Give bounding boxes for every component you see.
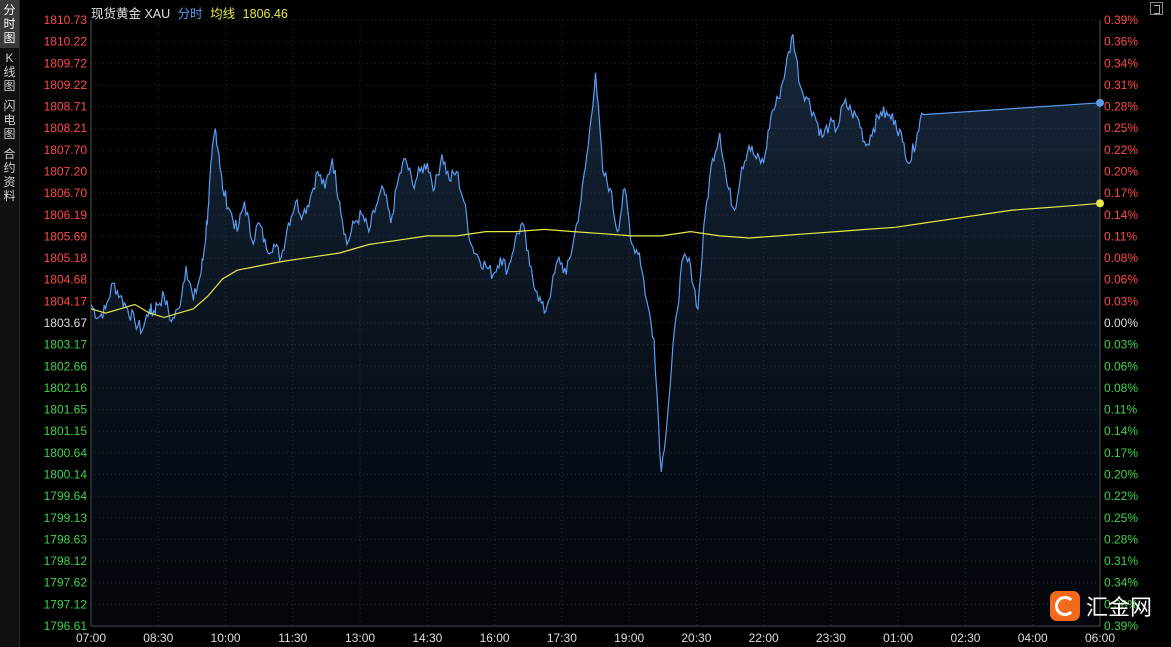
y-tick-label: 1800.14 xyxy=(44,468,88,482)
pct-tick-label: 0.34% xyxy=(1104,56,1138,70)
y-tick-label: 1810.22 xyxy=(44,35,88,49)
y-tick-label: 1806.70 xyxy=(44,186,88,200)
pct-tick-label: 0.25% xyxy=(1104,121,1138,135)
x-tick-label: 14:30 xyxy=(412,631,442,645)
pct-tick-label: 0.00% xyxy=(1104,316,1138,330)
y-tick-label: 1801.15 xyxy=(44,424,88,438)
pct-tick-label: 0.11% xyxy=(1104,229,1137,243)
y-tick-label: 1797.62 xyxy=(44,576,88,590)
y-tick-label: 1803.67 xyxy=(44,316,88,330)
y-tick-label: 1808.71 xyxy=(44,100,88,114)
pct-tick-label: 0.36% xyxy=(1104,35,1138,49)
pct-tick-label: 0.39% xyxy=(1104,13,1138,27)
y-tick-label: 1807.20 xyxy=(44,165,88,179)
pct-tick-label: 0.34% xyxy=(1104,576,1138,590)
y-tick-label: 1800.64 xyxy=(44,446,88,460)
y-tick-label: 1798.63 xyxy=(44,532,88,546)
y-tick-label: 1805.18 xyxy=(44,251,88,265)
pct-tick-label: 0.28% xyxy=(1104,100,1138,114)
pct-tick-label: 0.14% xyxy=(1104,208,1138,222)
pct-tick-label: 0.03% xyxy=(1104,294,1138,308)
pct-tick-label: 0.31% xyxy=(1104,78,1138,92)
x-tick-label: 19:00 xyxy=(614,631,644,645)
price-end-marker xyxy=(1096,98,1104,107)
x-tick-label: 06:00 xyxy=(1085,631,1115,645)
pct-tick-label: 0.14% xyxy=(1104,424,1138,438)
y-tick-label: 1801.65 xyxy=(44,403,88,417)
brand-logo: 汇金网 xyxy=(1050,590,1152,622)
y-tick-label: 1804.17 xyxy=(44,294,88,308)
y-tick-label: 1797.12 xyxy=(44,597,88,611)
x-tick-label: 01:00 xyxy=(883,631,913,645)
x-tick-label: 23:30 xyxy=(816,631,846,645)
y-tick-label: 1802.66 xyxy=(44,359,88,373)
x-tick-label: 08:30 xyxy=(143,631,173,645)
y-tick-label: 1804.68 xyxy=(44,273,88,287)
pct-tick-label: 0.08% xyxy=(1104,251,1138,265)
x-tick-label: 13:00 xyxy=(345,631,375,645)
pct-tick-label: 0.31% xyxy=(1104,554,1138,568)
y-tick-label: 1799.64 xyxy=(44,489,88,503)
x-tick-label: 22:00 xyxy=(749,631,779,645)
pct-tick-label: 0.22% xyxy=(1104,489,1138,503)
pct-tick-label: 0.25% xyxy=(1104,511,1138,525)
pct-tick-label: 0.17% xyxy=(1104,186,1138,200)
x-tick-label: 02:30 xyxy=(950,631,980,645)
pct-tick-label: 0.11% xyxy=(1104,403,1137,417)
y-tick-label: 1806.19 xyxy=(44,208,88,222)
y-tick-label: 1809.72 xyxy=(44,56,88,70)
x-tick-label: 17:30 xyxy=(547,631,577,645)
pct-tick-label: 0.03% xyxy=(1104,338,1138,352)
x-tick-label: 04:00 xyxy=(1018,631,1048,645)
pct-tick-label: 0.20% xyxy=(1104,165,1138,179)
x-tick-label: 11:30 xyxy=(278,631,307,645)
x-tick-label: 16:00 xyxy=(480,631,510,645)
y-tick-label: 1803.17 xyxy=(44,338,88,352)
y-tick-label: 1805.69 xyxy=(44,229,88,243)
x-tick-label: 07:00 xyxy=(76,631,106,645)
y-tick-label: 1798.12 xyxy=(44,554,88,568)
y-tick-label: 1810.73 xyxy=(44,13,88,27)
pct-tick-label: 0.28% xyxy=(1104,532,1138,546)
y-tick-label: 1807.70 xyxy=(44,143,88,157)
pct-tick-label: 0.22% xyxy=(1104,143,1138,157)
y-tick-label: 1802.16 xyxy=(44,381,88,395)
logo-text: 汇金网 xyxy=(1086,596,1153,621)
price-area xyxy=(91,34,1100,626)
logo-icon xyxy=(1050,591,1080,621)
y-tick-label: 1808.21 xyxy=(44,121,88,135)
y-tick-label: 1799.13 xyxy=(44,511,88,525)
pct-tick-label: 0.08% xyxy=(1104,381,1138,395)
intraday-chart: 1810.73 0.39% 1810.22 0.36% 1809.72 0.34% 1809… xyxy=(44,13,1139,645)
pct-tick-label: 0.06% xyxy=(1104,359,1138,373)
x-tick-label: 10:00 xyxy=(211,631,241,645)
avg-end-marker xyxy=(1096,199,1104,208)
x-tick-label: 20:30 xyxy=(681,631,711,645)
pct-tick-label: 0.06% xyxy=(1104,273,1138,287)
pct-tick-label: 0.17% xyxy=(1104,446,1138,460)
y-tick-label: 1809.22 xyxy=(44,78,88,92)
pct-tick-label: 0.20% xyxy=(1104,468,1138,482)
